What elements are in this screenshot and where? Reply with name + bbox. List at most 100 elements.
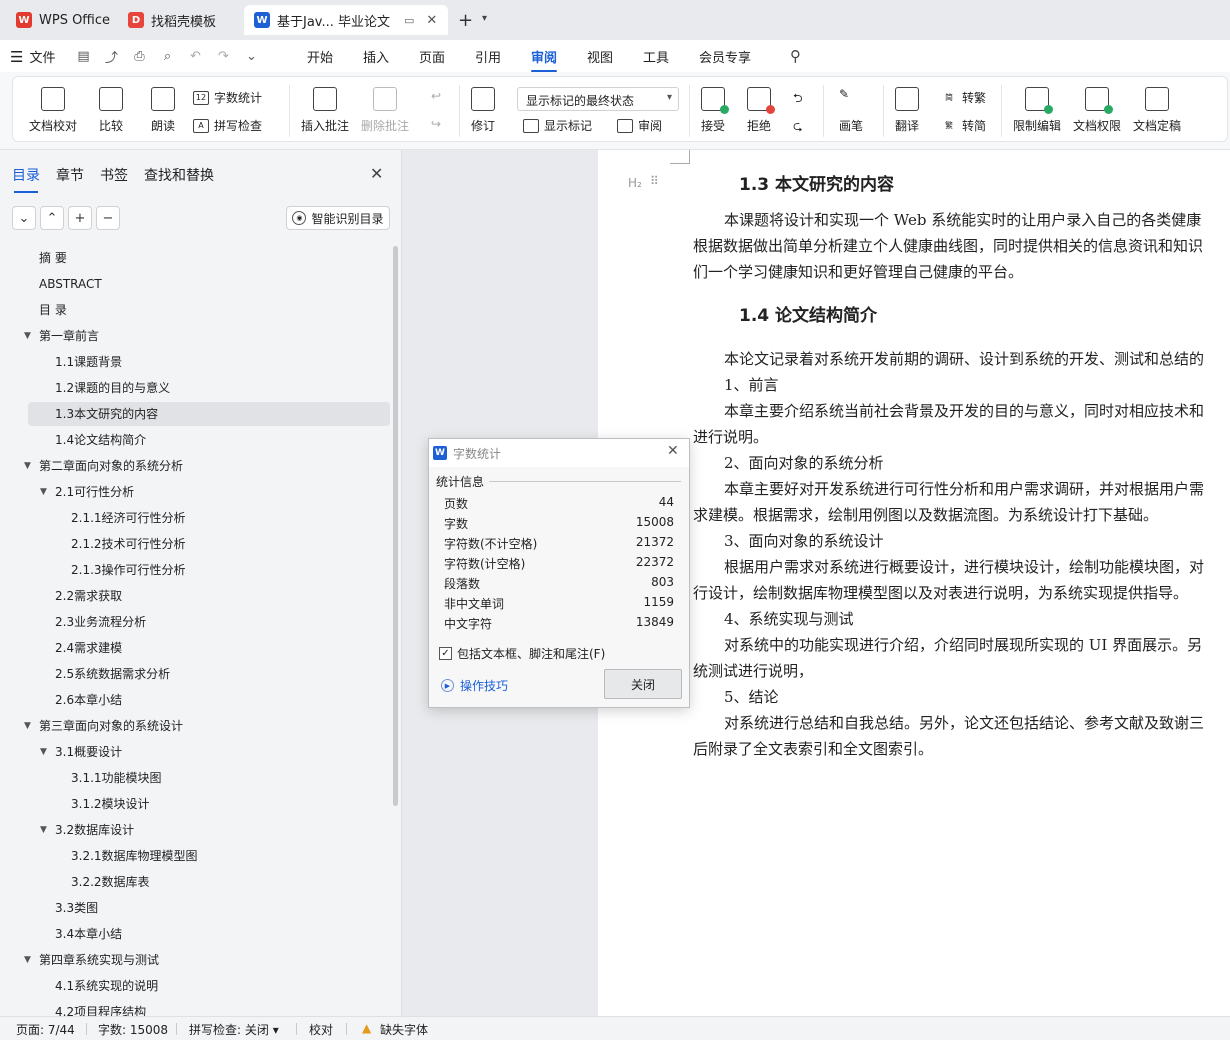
toc-item[interactable]: ABSTRACT bbox=[39, 272, 102, 296]
doc-check-button[interactable]: 文档校对 bbox=[29, 87, 77, 134]
toc-item[interactable]: 1.1课题背景 bbox=[55, 350, 122, 374]
print-icon[interactable]: ⎙ bbox=[130, 48, 148, 66]
save-icon[interactable]: ▤ bbox=[74, 48, 92, 66]
menu-tab-start[interactable]: 开始 bbox=[307, 47, 333, 66]
toc-item[interactable]: 4.2项目程序结构 bbox=[55, 1000, 146, 1016]
page-indicator[interactable]: 页面: 7/44 bbox=[16, 1021, 75, 1038]
next-comment-icon[interactable]: ↪ bbox=[431, 117, 441, 131]
collapse-up-icon[interactable]: ⌃ bbox=[40, 206, 64, 230]
insert-comment-button[interactable]: 插入批注 bbox=[301, 87, 349, 134]
menu-tab-member[interactable]: 会员专享 bbox=[699, 47, 751, 66]
chevron-down-icon[interactable]: ▾ bbox=[482, 13, 487, 24]
toc-item[interactable]: 3.2.1数据库物理模型图 bbox=[71, 844, 198, 868]
word-count-button[interactable]: 12 字数统计 bbox=[193, 89, 262, 106]
toc-item[interactable]: 2.6本章小结 bbox=[55, 688, 122, 712]
toc-item[interactable]: 第一章前言 bbox=[39, 324, 99, 348]
file-menu[interactable]: 文件 bbox=[29, 47, 55, 66]
next-change-icon[interactable]: ⮎ bbox=[793, 117, 803, 138]
nav-tab-bookmarks[interactable]: 书签 bbox=[100, 165, 128, 185]
tab-wps-office[interactable]: W WPS Office bbox=[6, 5, 120, 35]
menu-tab-references[interactable]: 引用 bbox=[475, 47, 501, 66]
to-traditional-button[interactable]: 简 转繁 bbox=[941, 89, 986, 106]
remove-heading-icon[interactable]: − bbox=[96, 206, 120, 230]
menu-tab-page[interactable]: 页面 bbox=[419, 47, 445, 66]
finalize-button[interactable]: 文档定稿 bbox=[1133, 87, 1181, 134]
spell-check-button[interactable]: A 拼写检查 bbox=[193, 117, 262, 134]
toc-item[interactable]: 2.1.1经济可行性分析 bbox=[71, 506, 186, 530]
word-count-indicator[interactable]: 字数: 15008 bbox=[98, 1021, 168, 1038]
tips-link[interactable]: ▶ 操作技巧 bbox=[441, 677, 508, 694]
include-textbox-checkbox[interactable]: ✓ 包括文本框、脚注和尾注(F) bbox=[439, 645, 605, 662]
to-simplified-button[interactable]: 繁 转简 bbox=[941, 117, 986, 134]
prev-change-icon[interactable]: ⮌ bbox=[793, 89, 803, 110]
toc-item[interactable]: 4.1系统实现的说明 bbox=[55, 974, 158, 998]
toc-item[interactable]: 第二章面向对象的系统分析 bbox=[39, 454, 183, 478]
expand-arrow-icon[interactable]: ▼ bbox=[24, 454, 31, 478]
compare-button[interactable]: 比较 bbox=[99, 87, 123, 134]
toc-scrollbar[interactable] bbox=[393, 246, 398, 806]
expand-arrow-icon[interactable]: ▼ bbox=[24, 324, 31, 348]
toc-item[interactable]: 3.1.2模块设计 bbox=[71, 792, 150, 816]
drag-handle-icon[interactable]: ⠿ bbox=[650, 174, 659, 188]
toc-item[interactable]: 3.1概要设计 bbox=[55, 740, 122, 764]
reject-button[interactable]: 拒绝 bbox=[747, 87, 775, 134]
window-restore-icon[interactable]: ▭ bbox=[404, 14, 414, 27]
revise-button[interactable]: 修订 bbox=[471, 87, 495, 134]
spell-check-status[interactable]: 拼写检查: 关闭 ▾ bbox=[189, 1021, 279, 1038]
tab-docer-templates[interactable]: D 找稻壳模板 bbox=[118, 5, 226, 35]
toc-item[interactable]: 2.1可行性分析 bbox=[55, 480, 134, 504]
toc-item[interactable]: 第三章面向对象的系统设计 bbox=[39, 714, 183, 738]
nav-tab-toc[interactable]: 目录 bbox=[12, 165, 40, 193]
new-tab-plus-icon[interactable]: + bbox=[458, 10, 473, 31]
doc-permission-button[interactable]: 文档权限 bbox=[1073, 87, 1121, 134]
nav-tab-sections[interactable]: 章节 bbox=[56, 165, 84, 185]
close-icon[interactable]: ✕ bbox=[370, 164, 383, 183]
toc-item[interactable]: 2.2需求获取 bbox=[55, 584, 122, 608]
undo-icon[interactable]: ↶ bbox=[186, 48, 204, 66]
menu-tab-view[interactable]: 视图 bbox=[587, 47, 613, 66]
review-pane-button[interactable]: 审阅 bbox=[617, 117, 662, 134]
menu-tab-tools[interactable]: 工具 bbox=[643, 47, 669, 66]
document-page[interactable]: H₂ ⠿ 1.3 本文研究的内容 本课题将设计和实现一个 Web 系统能实时的让… bbox=[598, 150, 1230, 1016]
toc-item[interactable]: 摘 要 bbox=[39, 246, 67, 270]
add-heading-icon[interactable]: + bbox=[68, 206, 92, 230]
close-button[interactable]: 关闭 bbox=[604, 669, 682, 699]
toc-item[interactable]: 2.5系统数据需求分析 bbox=[55, 662, 170, 686]
expand-arrow-icon[interactable]: ▼ bbox=[24, 714, 31, 738]
toc-item[interactable]: 3.4本章小结 bbox=[55, 922, 122, 946]
toc-item[interactable]: 3.2.2数据库表 bbox=[71, 870, 150, 894]
hamburger-icon[interactable]: ☰ bbox=[10, 48, 23, 66]
chevron-down-icon[interactable]: ⌄ bbox=[242, 48, 260, 66]
pen-button[interactable]: ✎ 画笔 bbox=[839, 87, 863, 134]
prev-comment-icon[interactable]: ↩ bbox=[431, 89, 441, 103]
toc-item[interactable]: 1.4论文结构简介 bbox=[55, 428, 146, 452]
show-markup-button[interactable]: 显示标记 bbox=[523, 117, 592, 134]
document-body[interactable]: 1.3 本文研究的内容 本课题将设计和实现一个 Web 系统能实时的让用户录入自… bbox=[693, 172, 1230, 762]
close-tab-icon[interactable]: ✕ bbox=[426, 13, 437, 28]
search-icon[interactable]: ⚲ bbox=[790, 47, 801, 65]
toc-item[interactable]: 2.1.3操作可行性分析 bbox=[71, 558, 186, 582]
expand-arrow-icon[interactable]: ▼ bbox=[40, 740, 47, 764]
toc-item[interactable]: 2.4需求建模 bbox=[55, 636, 122, 660]
translate-button[interactable]: 翻译 bbox=[895, 87, 919, 134]
toc-item[interactable]: 3.1.1功能模块图 bbox=[71, 766, 162, 790]
missing-font-status[interactable]: 缺失字体 bbox=[380, 1021, 428, 1038]
nav-tab-find-replace[interactable]: 查找和替换 bbox=[144, 165, 214, 185]
read-aloud-button[interactable]: 朗读 bbox=[151, 87, 175, 134]
menu-tab-insert[interactable]: 插入 bbox=[363, 47, 389, 66]
toc-item[interactable]: 1.2课题的目的与意义 bbox=[55, 376, 170, 400]
toc-item[interactable]: 3.3类图 bbox=[55, 896, 98, 920]
accept-button[interactable]: 接受 bbox=[701, 87, 729, 134]
close-icon[interactable]: ✕ bbox=[667, 443, 679, 459]
expand-arrow-icon[interactable]: ▼ bbox=[40, 480, 47, 504]
restrict-edit-button[interactable]: 限制编辑 bbox=[1013, 87, 1061, 134]
redo-icon[interactable]: ↷ bbox=[214, 48, 232, 66]
menu-tab-review[interactable]: 审阅 bbox=[531, 47, 558, 72]
expand-down-icon[interactable]: ⌄ bbox=[12, 206, 36, 230]
share-icon[interactable]: ⤴ bbox=[102, 48, 120, 66]
toc-item[interactable]: 2.1.2技术可行性分析 bbox=[71, 532, 186, 556]
toc-item[interactable]: 目 录 bbox=[39, 298, 67, 322]
dialog-title-bar[interactable]: W 字数统计 ✕ bbox=[429, 439, 689, 467]
tab-document[interactable]: W 基于Jav... 毕业论文 ▭ ✕ bbox=[244, 5, 448, 35]
toc-item[interactable]: 2.3业务流程分析 bbox=[55, 610, 146, 634]
